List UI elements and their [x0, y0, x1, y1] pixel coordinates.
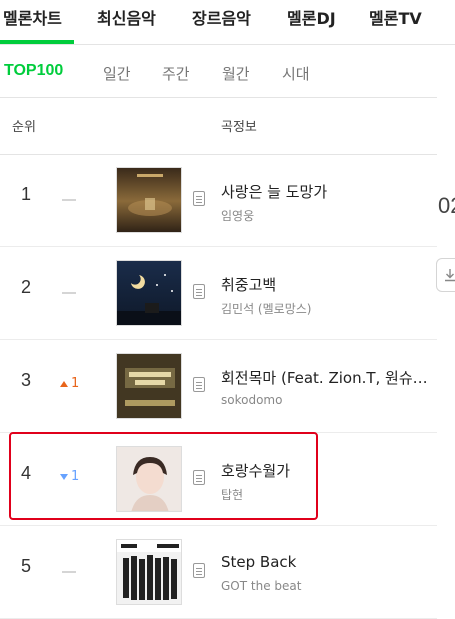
song-artist[interactable]: 임영웅	[221, 207, 254, 224]
tab-latest-music[interactable]: 최신음악	[97, 5, 156, 29]
song-title[interactable]: 사랑은 늘 도망가	[221, 181, 436, 202]
rank-unchanged-indicator	[62, 199, 76, 201]
download-icon	[445, 269, 455, 282]
chart-table-header: 순위 곡정보	[0, 97, 437, 155]
song-title[interactable]: 취중고백	[221, 274, 436, 295]
tab-melon-chart[interactable]: 멜론차트	[3, 5, 62, 29]
tab-melon-tv[interactable]: 멜론TV	[369, 5, 422, 29]
chart-row: 3 1 회전목마 (Feat. Zion.T, 원슈타인) (Prod. Slo…	[0, 340, 437, 433]
rank-unchanged-indicator	[62, 292, 76, 294]
song-detail-icon[interactable]	[193, 563, 205, 578]
chart-row: 5 Step Back GOT the beat	[0, 526, 437, 619]
album-cover[interactable]	[116, 446, 182, 512]
chart-row: 2 취중고백 김민석 (멜로망스)	[0, 247, 437, 340]
song-artist[interactable]: 김민석 (멜로망스)	[221, 300, 311, 317]
song-info-column-header: 곡정보	[221, 120, 257, 135]
rank-number: 3	[20, 370, 31, 390]
subtab-weekly[interactable]: 주간	[162, 63, 190, 84]
active-tab-indicator	[0, 40, 74, 44]
rank-number: 1	[20, 184, 31, 204]
rank-unchanged-indicator	[62, 571, 76, 573]
arrow-up-icon	[60, 380, 68, 387]
song-detail-icon[interactable]	[193, 284, 205, 299]
rank-number: 2	[20, 277, 31, 297]
song-detail-icon[interactable]	[193, 191, 205, 206]
chart-period-nav: TOP100 일간 주간 월간 시대	[0, 45, 455, 97]
song-artist[interactable]: 탑현	[221, 486, 243, 503]
rank-number: 5	[20, 556, 31, 576]
album-cover[interactable]	[116, 167, 182, 233]
subtab-monthly[interactable]: 월간	[222, 63, 250, 84]
download-button[interactable]	[436, 258, 455, 292]
tab-genre-music[interactable]: 장르음악	[192, 5, 251, 29]
top-nav: 멜론차트 최신음악 장르음악 멜론DJ 멜론TV	[0, 0, 455, 45]
side-partial-text: 02	[438, 193, 455, 218]
chart-row: 1 사랑은 늘 도망가 임영웅	[0, 154, 437, 247]
tab-melon-dj[interactable]: 멜론DJ	[287, 5, 336, 29]
rank-column-header: 순위	[12, 120, 36, 135]
rank-number: 4	[20, 463, 31, 483]
subtab-top100[interactable]: TOP100	[4, 62, 63, 80]
song-title[interactable]: Step Back	[221, 553, 436, 571]
rank-up-indicator: 1	[60, 376, 79, 391]
song-artist[interactable]: GOT the beat	[221, 579, 301, 593]
rank-down-indicator: 1	[60, 469, 79, 484]
chart-row: 4 1 호랑수월가 탑현	[0, 433, 437, 526]
album-cover[interactable]	[116, 539, 182, 605]
subtab-era[interactable]: 시대	[282, 63, 310, 84]
album-cover[interactable]	[116, 260, 182, 326]
song-title[interactable]: 회전목마 (Feat. Zion.T, 원슈타인) (Prod. Slom)	[221, 367, 436, 388]
album-cover[interactable]	[116, 353, 182, 419]
subtab-daily[interactable]: 일간	[103, 63, 131, 84]
song-detail-icon[interactable]	[193, 470, 205, 485]
song-detail-icon[interactable]	[193, 377, 205, 392]
song-artist[interactable]: sokodomo	[221, 393, 282, 407]
arrow-down-icon	[60, 473, 68, 480]
song-title[interactable]: 호랑수월가	[221, 460, 436, 481]
